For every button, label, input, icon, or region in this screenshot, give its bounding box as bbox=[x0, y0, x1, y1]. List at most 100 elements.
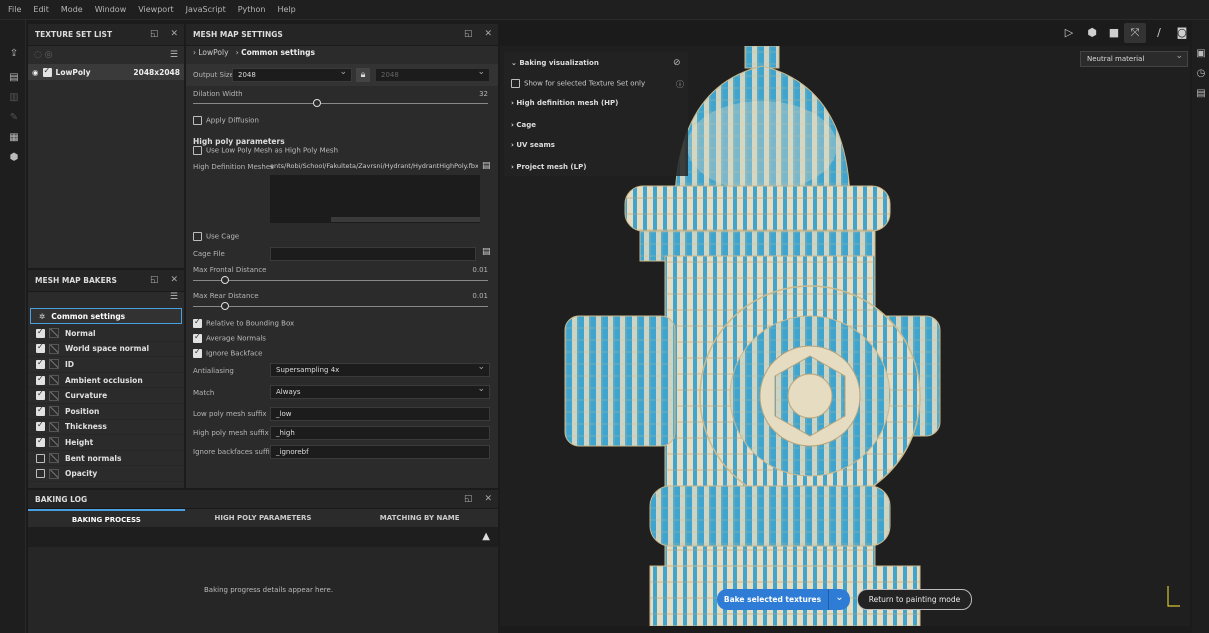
select-icon[interactable]: ▷ bbox=[1062, 26, 1076, 40]
menu-item-viewport[interactable]: Viewport bbox=[138, 5, 173, 14]
bake-selected-button[interactable]: Bake selected textures bbox=[717, 589, 828, 610]
tab-matching-by-name[interactable]: MATCHING BY NAME bbox=[341, 509, 498, 527]
max-rear-slider[interactable] bbox=[193, 306, 488, 307]
info-icon[interactable]: ⓘ bbox=[676, 79, 684, 90]
undock-icon[interactable]: ◱ bbox=[464, 494, 473, 504]
close-icon[interactable]: ✕ bbox=[170, 275, 178, 285]
mesh-icon[interactable]: ⬢ bbox=[1085, 26, 1099, 40]
camera-icon[interactable]: ■ bbox=[1107, 26, 1121, 40]
cage-file-icon[interactable]: ▤ bbox=[482, 247, 491, 257]
baker-item-normal[interactable]: Normal bbox=[28, 326, 184, 342]
baker-checkbox[interactable] bbox=[36, 420, 45, 432]
properties-icon[interactable]: ▤ bbox=[1195, 88, 1207, 100]
close-icon[interactable]: ✕ bbox=[170, 29, 178, 39]
texture-set-checkbox[interactable] bbox=[42, 66, 52, 77]
ignore-backface-checkbox[interactable] bbox=[193, 347, 202, 358]
breadcrumb-lowpoly[interactable]: LowPoly bbox=[198, 48, 228, 57]
viewport[interactable] bbox=[500, 46, 1190, 626]
max-frontal-knob[interactable] bbox=[221, 276, 229, 284]
baker-checkbox[interactable] bbox=[36, 342, 45, 354]
baker-item-height[interactable]: Height bbox=[28, 435, 184, 451]
settings-icon[interactable]: ▣ bbox=[1195, 48, 1207, 60]
apply-diffusion-checkbox[interactable] bbox=[193, 116, 202, 125]
return-to-painting-button[interactable]: Return to painting mode bbox=[857, 589, 972, 610]
baker-checkbox[interactable] bbox=[36, 405, 45, 416]
show-selected-row[interactable]: Show for selected Texture Set only bbox=[511, 79, 645, 88]
hd-meshes-scrollbar[interactable] bbox=[331, 217, 480, 222]
baker-item-world-space-normal[interactable]: World space normal bbox=[28, 342, 184, 358]
high-suffix-field[interactable]: _high bbox=[270, 426, 490, 440]
baker-checkbox[interactable] bbox=[36, 389, 45, 401]
section-project-mesh[interactable]: › Project mesh (LP) bbox=[511, 163, 586, 171]
low-suffix-field[interactable]: _low bbox=[270, 407, 490, 421]
use-cage-checkbox[interactable] bbox=[193, 232, 202, 241]
baker-item-opacity[interactable]: Opacity bbox=[28, 466, 184, 482]
menu-item-file[interactable]: File bbox=[8, 5, 21, 14]
ignore-suffix-field[interactable]: _ignorebf bbox=[270, 445, 490, 459]
undock-icon[interactable]: ◱ bbox=[464, 29, 473, 39]
antialiasing-dropdown[interactable]: Supersampling 4x bbox=[270, 361, 490, 377]
section-cage[interactable]: › Cage bbox=[511, 121, 536, 129]
breadcrumb-common[interactable]: Common settings bbox=[241, 48, 315, 57]
brush-icon[interactable]: ✎ bbox=[8, 112, 20, 124]
use-lp-as-hp-checkbox[interactable] bbox=[193, 146, 202, 155]
file-icon[interactable]: ▤ bbox=[482, 161, 491, 171]
bake-options-chevron-icon[interactable]: ⌄ bbox=[828, 589, 850, 610]
section-uv-seams[interactable]: › UV seams bbox=[511, 141, 555, 149]
material-dropdown[interactable]: Neutral material bbox=[1080, 49, 1188, 67]
baking-visualization-header[interactable]: ⌄ Baking visualization bbox=[511, 59, 599, 67]
baker-item-position[interactable]: Position bbox=[28, 404, 184, 420]
texture-set-icon[interactable]: ▤ bbox=[8, 72, 20, 84]
max-frontal-slider[interactable] bbox=[193, 280, 488, 281]
visibility-icon[interactable]: ◌ ◎ bbox=[34, 50, 53, 60]
tab-baking-process[interactable]: BAKING PROCESS bbox=[28, 509, 185, 527]
texture-set-row[interactable]: ◉ LowPoly 2048x2048 bbox=[28, 64, 184, 80]
history-icon[interactable]: ◷ bbox=[1195, 68, 1207, 80]
common-settings-item[interactable]: ✲ Common settings bbox=[30, 308, 182, 324]
bake-mode-icon[interactable]: ⤧ bbox=[1124, 23, 1146, 43]
baker-item-ambient-occlusion[interactable]: Ambient occlusion bbox=[28, 373, 184, 389]
menu-item-javascript[interactable]: JavaScript bbox=[186, 5, 226, 14]
use-cage-row[interactable]: Use Cage bbox=[193, 232, 239, 241]
menu-item-edit[interactable]: Edit bbox=[33, 5, 49, 14]
menu-item-help[interactable]: Help bbox=[277, 5, 295, 14]
use-lp-as-hp-row[interactable]: Use Low Poly Mesh as High Poly Mesh bbox=[193, 146, 338, 155]
baker-checkbox[interactable] bbox=[36, 469, 45, 479]
section-hp-mesh[interactable]: › High definition mesh (HP) bbox=[511, 99, 618, 107]
baker-checkbox[interactable] bbox=[36, 436, 45, 447]
menu-item-mode[interactable]: Mode bbox=[61, 5, 83, 14]
relative-bbox-checkbox[interactable] bbox=[193, 317, 202, 328]
undock-icon[interactable]: ◱ bbox=[150, 275, 159, 285]
visibility-off-icon[interactable]: ⊘ bbox=[673, 58, 681, 68]
menu-item-window[interactable]: Window bbox=[95, 5, 127, 14]
apply-diffusion-row[interactable]: Apply Diffusion bbox=[193, 116, 259, 125]
ignore-backface-row[interactable]: Ignore Backface bbox=[193, 347, 262, 358]
cage-file-field[interactable] bbox=[270, 247, 476, 261]
baker-checkbox[interactable] bbox=[36, 358, 45, 369]
match-dropdown[interactable]: Always bbox=[270, 383, 490, 399]
average-normals-checkbox[interactable] bbox=[193, 332, 202, 343]
lock-icon[interactable]: 🔒︎ bbox=[356, 68, 370, 82]
paint-icon[interactable]: ∕ bbox=[1152, 26, 1166, 40]
dilation-slider-track[interactable] bbox=[193, 103, 488, 104]
menu-icon[interactable]: ☰ bbox=[170, 50, 178, 60]
close-icon[interactable]: ✕ bbox=[484, 494, 492, 504]
layers-icon[interactable]: ▥ bbox=[8, 92, 20, 104]
baker-item-bent-normals[interactable]: Bent normals bbox=[28, 451, 184, 467]
baker-checkbox[interactable] bbox=[36, 327, 45, 338]
baker-item-thickness[interactable]: Thickness bbox=[28, 420, 184, 436]
undock-icon[interactable]: ◱ bbox=[150, 29, 159, 39]
baker-checkbox[interactable] bbox=[36, 374, 45, 385]
bakers-menu-icon[interactable]: ☰ bbox=[28, 292, 184, 306]
baker-item-curvature[interactable]: Curvature bbox=[28, 388, 184, 404]
tab-high-poly-parameters[interactable]: HIGH POLY PARAMETERS bbox=[185, 509, 342, 527]
hd-meshes-list[interactable] bbox=[270, 175, 480, 223]
menu-item-python[interactable]: Python bbox=[238, 5, 266, 14]
average-normals-row[interactable]: Average Normals bbox=[193, 332, 266, 343]
max-rear-knob[interactable] bbox=[221, 302, 229, 310]
eye-icon[interactable]: ◉ bbox=[32, 68, 39, 77]
relative-bbox-row[interactable]: Relative to Bounding Box bbox=[193, 317, 294, 328]
dilation-slider-knob[interactable] bbox=[312, 99, 321, 107]
shelf-icon[interactable]: ⬢ bbox=[8, 152, 20, 164]
export-icon[interactable]: ⇪ bbox=[8, 48, 20, 60]
